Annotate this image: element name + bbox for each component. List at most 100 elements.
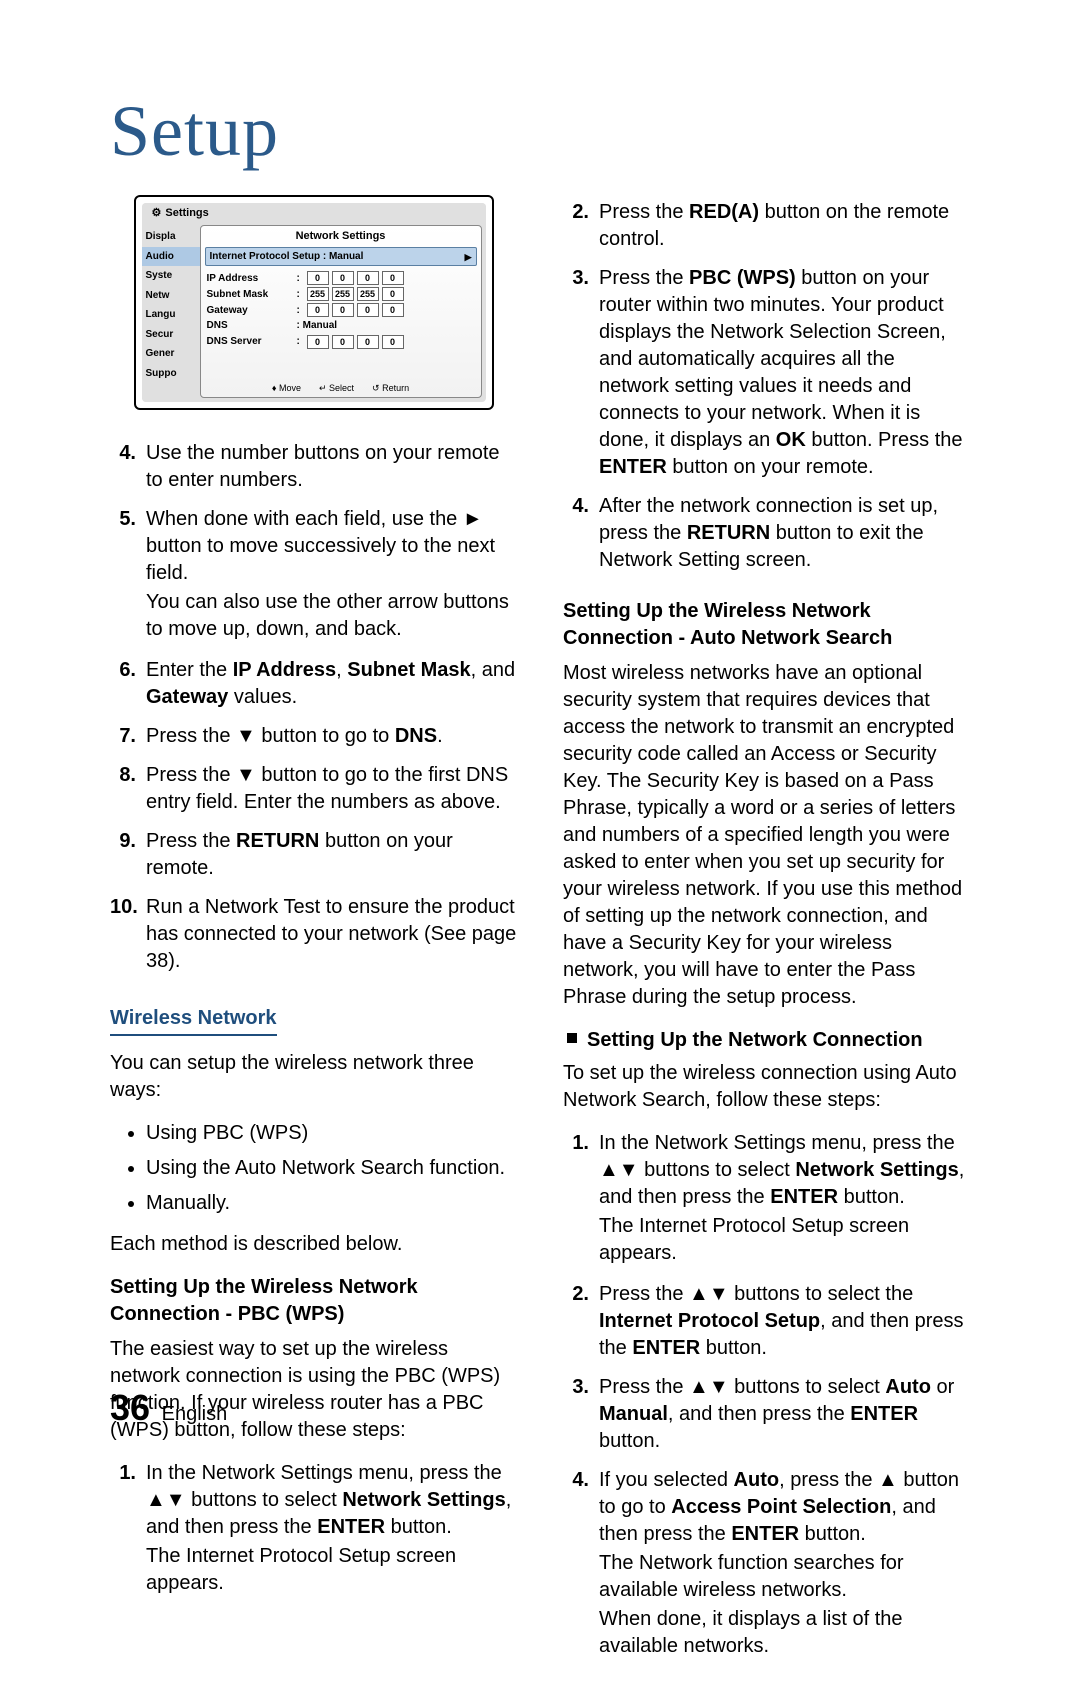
wireless-heading: Wireless Network	[110, 1005, 277, 1036]
footer-move: ♦ Move	[272, 382, 301, 394]
dialog-title: Network Settings	[201, 226, 481, 247]
step-text: In the Network Settings menu, press the …	[599, 1130, 970, 1269]
dns-octet: 0	[357, 335, 379, 349]
auto-steps: 1. In the Network Settings menu, press t…	[563, 1130, 970, 1662]
wireless-outro: Each method is described below.	[110, 1231, 517, 1258]
step-number: 10.	[110, 894, 146, 975]
ip-row: IP Address : 0 0 0 0	[201, 270, 481, 286]
step-number: 4.	[563, 493, 599, 574]
subnet-octet: 255	[332, 287, 354, 301]
page-number: 36	[110, 1387, 150, 1428]
page-footer: 36 English	[110, 1387, 227, 1429]
step-text: Run a Network Test to ensure the product…	[146, 894, 517, 975]
subnet-label: Subnet Mask	[207, 288, 293, 302]
step-text: If you selected Auto, press the ▲ button…	[599, 1467, 970, 1662]
dns-label: DNS	[207, 319, 293, 333]
ip-octet: 0	[307, 271, 329, 285]
footer-return: ↺ Return	[372, 382, 409, 394]
step-number: 3.	[563, 265, 599, 481]
page-language: English	[162, 1403, 228, 1425]
sidebar-item: Langu	[142, 305, 200, 325]
gateway-octet: 0	[357, 303, 379, 317]
dns-octet: 0	[332, 335, 354, 349]
panel-sidebar: Displa Audio Syste Netw Langu Secur Gene…	[142, 223, 200, 402]
sidebar-item: Audio	[142, 247, 200, 267]
step-number: 4.	[110, 440, 146, 494]
setup-conn-heading: Setting Up the Network Connection	[567, 1027, 970, 1054]
dns-server-label: DNS Server	[207, 335, 293, 349]
step-number: 7.	[110, 723, 146, 750]
step-text: Press the ▲▼ buttons to select Auto or M…	[599, 1374, 970, 1455]
panel-header: ⚙ Settings	[142, 203, 486, 223]
step-number: 2.	[563, 1281, 599, 1362]
gear-icon: ⚙	[152, 206, 162, 221]
gateway-row: Gateway : 0 0 0 0	[201, 302, 481, 318]
step-text: Press the RETURN button on your remote.	[146, 828, 517, 882]
step-number: 8.	[110, 762, 146, 816]
page-title: Setup	[110, 90, 970, 173]
step-text: Use the number buttons on your remote to…	[146, 440, 517, 494]
network-settings-dialog: Network Settings Internet Protocol Setup…	[200, 225, 482, 398]
subnet-octet: 255	[307, 287, 329, 301]
step-text: Press the ▲▼ buttons to select the Inter…	[599, 1281, 970, 1362]
panel-header-label: Settings	[165, 206, 208, 221]
step-text: Enter the IP Address, Subnet Mask, and G…	[146, 657, 517, 711]
step-text: You can also use the other arrow buttons…	[146, 589, 517, 643]
gateway-octet: 0	[307, 303, 329, 317]
step-text: Press the RED(A) button on the remote co…	[599, 199, 970, 253]
dns-row: DNS : Manual	[201, 318, 481, 334]
list-item: Manually.	[146, 1190, 517, 1217]
pbc-steps: 1. In the Network Settings menu, press t…	[110, 1460, 517, 1599]
gateway-octet: 0	[332, 303, 354, 317]
sidebar-item: Secur	[142, 325, 200, 345]
sidebar-item: Gener	[142, 344, 200, 364]
chevron-right-icon: ▶	[465, 251, 472, 263]
wireless-intro: You can setup the wireless network three…	[110, 1050, 517, 1104]
step-number: 5.	[110, 506, 146, 645]
ip-octet: 0	[332, 271, 354, 285]
list-item: Using PBC (WPS)	[146, 1120, 517, 1147]
ips-row: Internet Protocol Setup : Manual ▶	[205, 247, 477, 267]
auto-heading: Setting Up the Wireless Network Connecti…	[563, 598, 970, 652]
step-text: Press the ▼ button to go to DNS.	[146, 723, 517, 750]
step-number: 9.	[110, 828, 146, 882]
auto-intro: To set up the wireless connection using …	[563, 1060, 970, 1114]
settings-screenshot: ⚙ Settings Displa Audio Syste Netw Langu…	[134, 195, 494, 410]
step-number: 2.	[563, 199, 599, 253]
ip-octet: 0	[382, 271, 404, 285]
step-number: 3.	[563, 1374, 599, 1455]
pbc-heading: Setting Up the Wireless Network Connecti…	[110, 1274, 517, 1328]
subnet-octet: 0	[382, 287, 404, 301]
step-text: When done with each field, use the ► but…	[146, 506, 517, 587]
sidebar-item: Displa	[142, 227, 200, 247]
sidebar-item: Suppo	[142, 364, 200, 384]
dns-octet: 0	[382, 335, 404, 349]
step-text: After the network connection is set up, …	[599, 493, 970, 574]
step-number: 1.	[110, 1460, 146, 1599]
step-text: Press the ▼ button to go to the first DN…	[146, 762, 517, 816]
list-item: Using the Auto Network Search function.	[146, 1155, 517, 1182]
right-steps: 2. Press the RED(A) button on the remote…	[563, 199, 970, 574]
steps-list: 4. Use the number buttons on your remote…	[110, 440, 517, 975]
dns-value: : Manual	[297, 319, 338, 333]
square-bullet-icon	[567, 1033, 577, 1043]
step-number: 4.	[563, 1467, 599, 1662]
ip-octet: 0	[357, 271, 379, 285]
ip-label: IP Address	[207, 272, 293, 286]
right-column: 2. Press the RED(A) button on the remote…	[563, 195, 970, 1686]
step-number: 6.	[110, 657, 146, 711]
dns-server-row: DNS Server : 0 0 0 0	[201, 334, 481, 350]
ips-label: Internet Protocol Setup : Manual	[210, 250, 364, 264]
footer-select: ↵ Select	[319, 382, 354, 394]
step-text: Press the PBC (WPS) button on your route…	[599, 265, 970, 481]
sidebar-item: Netw	[142, 286, 200, 306]
subnet-row: Subnet Mask : 255 255 255 0	[201, 286, 481, 302]
step-number: 1.	[563, 1130, 599, 1269]
gateway-label: Gateway	[207, 304, 293, 318]
sidebar-item: Syste	[142, 266, 200, 286]
dns-octet: 0	[307, 335, 329, 349]
auto-body: Most wireless networks have an optional …	[563, 660, 970, 1011]
step-text: In the Network Settings menu, press the …	[146, 1460, 517, 1599]
left-column: ⚙ Settings Displa Audio Syste Netw Langu…	[110, 195, 517, 1686]
wireless-methods: Using PBC (WPS) Using the Auto Network S…	[110, 1120, 517, 1217]
